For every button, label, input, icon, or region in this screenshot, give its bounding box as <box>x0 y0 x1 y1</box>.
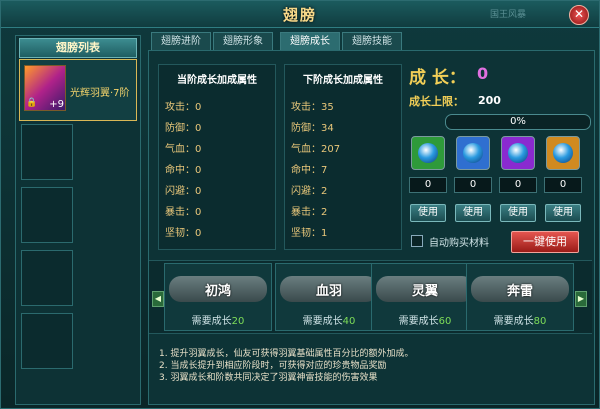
wing-list-header: 翅膀列表 <box>19 38 137 58</box>
close-button[interactable]: ✕ <box>569 5 589 25</box>
current-stats-title: 当阶成长加成属性 <box>177 75 257 86</box>
growth-value: 0 <box>477 64 489 83</box>
stage-name: 血羽 <box>315 284 342 299</box>
auto-buy-checkbox[interactable] <box>411 235 423 247</box>
stage-name: 初鸿 <box>204 284 231 299</box>
stat-row: 命中：0 <box>165 165 202 176</box>
empty-slot[interactable] <box>21 250 73 306</box>
wing-level: +9 <box>49 99 64 110</box>
item-count: 0 <box>454 177 492 193</box>
wing-list-item[interactable]: 🔒 +9 光辉羽翼·7阶 <box>19 59 137 121</box>
scroll-right-arrow[interactable]: ▶ <box>575 291 587 307</box>
item-count: 0 <box>544 177 582 193</box>
auto-buy-label: 自动购买材料 <box>429 238 489 249</box>
empty-slot[interactable] <box>21 313 73 369</box>
stage-requirement: 需要成长80 <box>493 316 547 327</box>
stat-row: 气血：0 <box>165 144 202 155</box>
blue-orb-icon[interactable] <box>456 136 490 170</box>
current-stats-box: 当阶成长加成属性 攻击：0 防御：0 气血：0 命中：0 闪避：0 暴击：0 坚… <box>158 64 276 250</box>
help-notes: 1. 提升羽翼成长，仙友可获得羽翼基础属性百分比的额外加成。 2. 当成长提升到… <box>159 348 413 384</box>
stage-card: 灵翼 需要成长60 <box>371 263 479 331</box>
stage-card: 初鸿 需要成长20 <box>164 263 272 331</box>
stat-row: 坚韧：0 <box>165 228 202 239</box>
stat-row: 闪避：2 <box>291 186 328 197</box>
growth-label: 成 长： <box>409 68 466 88</box>
stage-requirement: 需要成长40 <box>302 316 356 327</box>
empty-slot[interactable] <box>21 187 73 243</box>
wing-icon: 🔒 +9 <box>24 65 66 111</box>
green-orb-icon[interactable] <box>411 136 445 170</box>
stat-row: 防御：0 <box>165 123 202 134</box>
stat-row: 暴击：2 <box>291 207 328 218</box>
stage-requirement: 需要成长60 <box>398 316 452 327</box>
use-button[interactable]: 使用 <box>545 204 581 222</box>
wing-window: 翅膀 国王风暴 ✕ 翅膀列表 🔒 +9 光辉羽翼·7阶 翅膀进阶 翅膀形象 翅膀… <box>0 0 600 409</box>
tab-skill[interactable]: 翅膀技能 <box>342 32 402 52</box>
use-button[interactable]: 使用 <box>410 204 446 222</box>
note-line: 1. 提升羽翼成长，仙友可获得羽翼基础属性百分比的额外加成。 <box>159 349 414 359</box>
note-line: 3. 羽翼成长和阶数共同决定了羽翼神雷技能的伤害效果 <box>159 373 378 383</box>
lock-icon: 🔒 <box>26 98 38 108</box>
stat-row: 坚韧：1 <box>291 228 328 239</box>
stage-name: 奔雷 <box>506 284 533 299</box>
item-count: 0 <box>499 177 537 193</box>
tab-growth[interactable]: 翅膀成长 <box>280 32 340 52</box>
stat-row: 命中：7 <box>291 165 328 176</box>
item-count: 0 <box>409 177 447 193</box>
growth-progress-text: 0% <box>510 116 526 127</box>
tab-appearance[interactable]: 翅膀形象 <box>213 32 273 52</box>
stage-card: 奔雷 需要成长80 <box>466 263 574 331</box>
stat-row: 攻击：0 <box>165 102 202 113</box>
empty-slot[interactable] <box>21 124 73 180</box>
stat-row: 攻击：35 <box>291 102 334 113</box>
scroll-left-arrow[interactable]: ◀ <box>152 291 164 307</box>
next-stats-title: 下阶成长加成属性 <box>303 75 383 86</box>
note-line: 2. 当成长提升到相应阶段时，可获得对应的珍贵物品奖励 <box>159 361 387 371</box>
stage-name: 灵翼 <box>411 284 438 299</box>
growth-progress-bar: 0% <box>445 114 591 130</box>
purple-orb-icon[interactable] <box>501 136 535 170</box>
growth-limit-label: 成长上限： <box>409 95 464 108</box>
stat-row: 暴击：0 <box>165 207 202 218</box>
topright-text: 国王风暴 <box>490 10 527 20</box>
title-bar: 翅膀 国王风暴 ✕ <box>1 1 599 28</box>
stat-row: 防御：34 <box>291 123 334 134</box>
stat-row: 闪避：0 <box>165 186 202 197</box>
use-button[interactable]: 使用 <box>455 204 491 222</box>
one-click-use-button[interactable]: 一键使用 <box>511 231 579 253</box>
growth-limit-value: 200 <box>478 94 501 107</box>
stage-requirement: 需要成长20 <box>191 316 245 327</box>
orange-orb-icon[interactable] <box>546 136 580 170</box>
next-stats-box: 下阶成长加成属性 攻击：35 防御：34 气血：207 命中：7 闪避：2 暴击… <box>284 64 402 250</box>
tab-advance[interactable]: 翅膀进阶 <box>151 32 211 52</box>
stat-row: 气血：207 <box>291 144 341 155</box>
use-button[interactable]: 使用 <box>500 204 536 222</box>
wing-name: 光辉羽翼·7阶 <box>70 88 130 99</box>
wing-list-panel: 翅膀列表 🔒 +9 光辉羽翼·7阶 <box>15 35 141 405</box>
stage-card: 血羽 需要成长40 <box>275 263 383 331</box>
